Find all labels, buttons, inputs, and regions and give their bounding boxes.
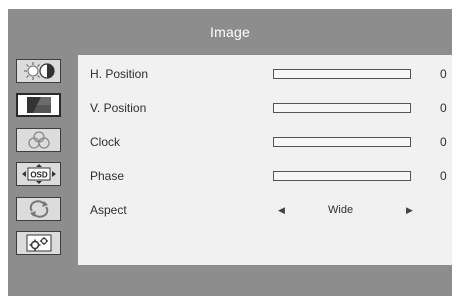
sidebar: OSD (8, 55, 78, 265)
menu-item-label: Phase (90, 169, 125, 183)
menu-header: Image (8, 9, 452, 55)
menu-item-value: 0 (440, 67, 447, 81)
osd-icon-text: OSD (30, 171, 48, 180)
menu-item-label: Clock (90, 135, 121, 149)
menu-item-value: 0 (440, 135, 447, 149)
h-position-slider[interactable] (273, 69, 411, 79)
menu-item-h-position[interactable]: H. Position 0 (78, 64, 452, 84)
v-position-slider[interactable] (273, 103, 411, 113)
menu-item-label: V. Position (90, 101, 147, 115)
sidebar-item-osd[interactable]: OSD (16, 162, 61, 186)
clock-slider[interactable] (273, 137, 411, 147)
menu-item-v-position[interactable]: V. Position 0 (78, 98, 452, 118)
sidebar-item-color[interactable] (16, 128, 61, 152)
osd-icon: OSD (19, 163, 59, 185)
settings-panel: H. Position 0 V. Position 0 Clock 0 Phas… (78, 55, 452, 265)
menu-item-label: H. Position (90, 67, 149, 81)
menu-item-value: 0 (440, 169, 447, 183)
color-icon (21, 130, 57, 150)
reset-icon (21, 199, 57, 219)
menu-title: Image (210, 24, 250, 40)
sidebar-item-image[interactable] (16, 93, 61, 117)
left-arrow-icon[interactable]: ◀ (278, 205, 285, 216)
menu-footer (8, 265, 452, 296)
setup-icon (21, 233, 57, 253)
menu-item-aspect[interactable]: Aspect ◀ Wide ▶ (78, 200, 452, 220)
right-arrow-icon[interactable]: ▶ (406, 205, 413, 216)
brightness-contrast-icon (21, 61, 57, 81)
osd-menu: Image OSD H. Position 0 V. Position 0 Cl… (8, 9, 452, 296)
phase-slider[interactable] (273, 171, 411, 181)
sidebar-item-luminance[interactable] (16, 59, 61, 83)
sidebar-item-reset[interactable] (16, 197, 61, 221)
sidebar-item-setup[interactable] (16, 231, 61, 255)
menu-item-label: Aspect (90, 203, 127, 217)
aspect-option: Wide (328, 204, 354, 216)
menu-item-phase[interactable]: Phase 0 (78, 166, 452, 186)
menu-item-clock[interactable]: Clock 0 (78, 132, 452, 152)
menu-item-value: 0 (440, 101, 447, 115)
image-icon (21, 95, 57, 115)
